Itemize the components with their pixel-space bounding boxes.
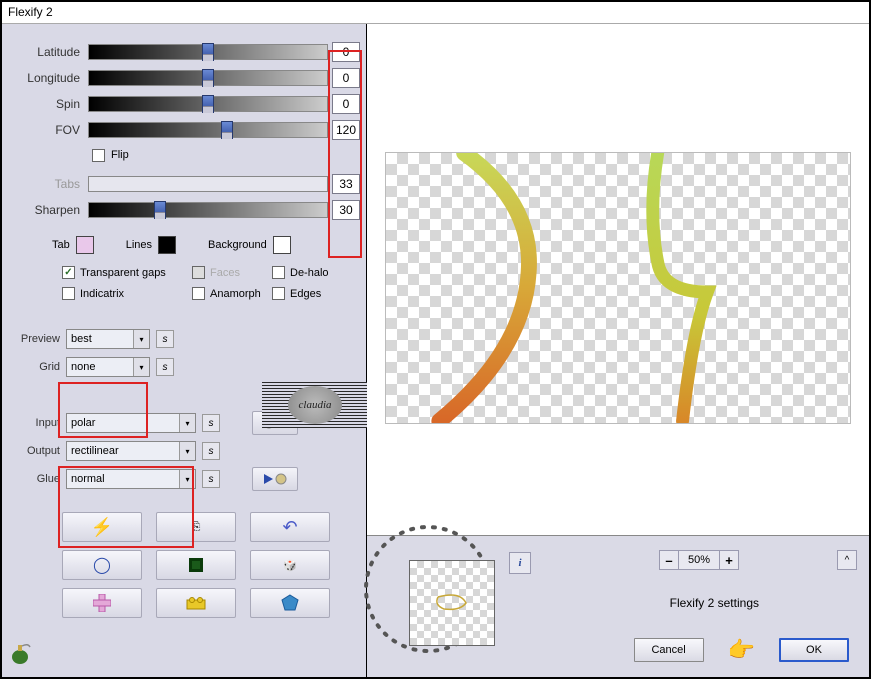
latitude-slider[interactable] xyxy=(88,44,328,60)
longitude-value[interactable]: 0 xyxy=(332,68,360,88)
cancel-button[interactable]: Cancel xyxy=(634,638,704,662)
tab-color-swatch[interactable] xyxy=(76,236,94,254)
input-label: Input xyxy=(20,417,60,429)
spin-slider[interactable] xyxy=(88,96,328,112)
latitude-label: Latitude xyxy=(2,45,88,59)
lightning-icon: ⚡ xyxy=(91,517,113,538)
info-button[interactable]: i xyxy=(509,552,531,574)
hand-point-icon: 👉 xyxy=(728,637,755,663)
ok-button[interactable]: OK xyxy=(779,638,849,662)
grid-combo[interactable]: none▾ xyxy=(66,357,150,377)
chevron-down-icon[interactable]: ▾ xyxy=(179,470,195,488)
plus-shape-button[interactable] xyxy=(62,588,142,618)
logo-text: claudia xyxy=(288,386,342,424)
sharpen-label: Sharpen xyxy=(2,203,88,217)
preview-combo[interactable]: best▾ xyxy=(66,329,150,349)
anamorph-checkbox[interactable] xyxy=(192,287,205,300)
bottom-bar: i – 50% + ^ Flexify 2 settings Cancel 👉 … xyxy=(367,535,869,677)
tab-color-label: Tab xyxy=(52,239,70,251)
chevron-down-icon[interactable]: ▾ xyxy=(133,330,149,348)
thumbnail-preview[interactable] xyxy=(409,560,495,646)
spin-label: Spin xyxy=(2,97,88,111)
copy-button[interactable]: ⎘ xyxy=(156,512,236,542)
bg-color-swatch[interactable] xyxy=(273,236,291,254)
controls-panel: Latitude 0 Longitude 0 Spin 0 FOV 120 xyxy=(2,24,367,677)
zoom-out-button[interactable]: – xyxy=(659,550,679,570)
edges-label: Edges xyxy=(290,288,321,300)
tabs-value[interactable]: 33 xyxy=(332,174,360,194)
play-next-icon xyxy=(262,472,288,486)
spin-value[interactable]: 0 xyxy=(332,94,360,114)
tabs-label: Tabs xyxy=(2,177,88,191)
input-combo[interactable]: polar▾ xyxy=(66,413,196,433)
longitude-slider[interactable] xyxy=(88,70,328,86)
anamorph-label: Anamorph xyxy=(210,288,261,300)
undo-button[interactable]: ↶ xyxy=(250,512,330,542)
square-icon xyxy=(189,558,203,572)
lightning-button[interactable]: ⚡ xyxy=(62,512,142,542)
fov-slider[interactable] xyxy=(88,122,328,138)
preview-image xyxy=(386,153,850,423)
preview-label: Preview xyxy=(20,333,60,345)
glue-combo[interactable]: normal▾ xyxy=(66,469,196,489)
faces-label: Faces xyxy=(210,267,240,279)
fov-value[interactable]: 120 xyxy=(332,120,360,140)
square-button[interactable] xyxy=(156,550,236,580)
chevron-down-icon[interactable]: ▾ xyxy=(179,414,195,432)
brick-icon xyxy=(186,596,206,610)
gem-button[interactable] xyxy=(250,588,330,618)
glue-swap-button[interactable]: s xyxy=(202,470,220,488)
donut-button[interactable]: ◯ xyxy=(62,550,142,580)
lines-color-swatch[interactable] xyxy=(158,236,176,254)
input-swap-button[interactable]: s xyxy=(202,414,220,432)
sharpen-value[interactable]: 30 xyxy=(332,200,360,220)
plus-shape-icon xyxy=(93,594,111,612)
transparent-gaps-checkbox[interactable] xyxy=(62,266,75,279)
window-title: Flexify 2 xyxy=(2,2,869,24)
dehalo-checkbox[interactable] xyxy=(272,266,285,279)
longitude-label: Longitude xyxy=(2,71,88,85)
faces-checkbox xyxy=(192,266,205,279)
glue-label: Glue xyxy=(20,473,60,485)
settings-label: Flexify 2 settings xyxy=(670,596,759,610)
tabs-slider xyxy=(88,176,328,192)
dehalo-label: De-halo xyxy=(290,267,329,279)
chevron-down-icon[interactable]: ▾ xyxy=(179,442,195,460)
flexify-window: Flexify 2 Latitude 0 Longitude 0 Spin 0 xyxy=(0,0,871,679)
copy-icon: ⎘ xyxy=(192,521,201,534)
dice-icon: 🎲 xyxy=(283,559,297,572)
edges-checkbox[interactable] xyxy=(272,287,285,300)
main-preview[interactable] xyxy=(385,152,851,424)
preview-panel: i – 50% + ^ Flexify 2 settings Cancel 👉 … xyxy=(367,24,869,677)
play-next-button[interactable] xyxy=(252,467,298,491)
lines-color-label: Lines xyxy=(126,239,152,251)
zoom-value[interactable]: 50% xyxy=(679,550,719,570)
brick-button[interactable] xyxy=(156,588,236,618)
fov-label: FOV xyxy=(2,123,88,137)
grenade-icon[interactable] xyxy=(8,641,32,671)
bg-color-label: Background xyxy=(208,239,267,251)
sharpen-slider[interactable] xyxy=(88,202,328,218)
indicatrix-checkbox[interactable] xyxy=(62,287,75,300)
output-label: Output xyxy=(20,445,60,457)
flip-label: Flip xyxy=(111,149,129,161)
indicatrix-label: Indicatrix xyxy=(80,288,124,300)
flip-checkbox[interactable] xyxy=(92,149,105,162)
thumbnail-image xyxy=(410,561,496,647)
donut-icon: ◯ xyxy=(93,555,111,575)
grid-swap-button[interactable]: s xyxy=(156,358,174,376)
watermark-logo: claudia xyxy=(262,382,368,428)
expand-button[interactable]: ^ xyxy=(837,550,857,570)
undo-icon: ↶ xyxy=(282,517,297,538)
transparent-gaps-label: Transparent gaps xyxy=(80,267,166,279)
zoom-in-button[interactable]: + xyxy=(719,550,739,570)
latitude-value[interactable]: 0 xyxy=(332,42,360,62)
output-combo[interactable]: rectilinear▾ xyxy=(66,441,196,461)
chevron-down-icon[interactable]: ▾ xyxy=(133,358,149,376)
gem-icon xyxy=(281,594,299,612)
grid-label: Grid xyxy=(20,361,60,373)
dice-button[interactable]: 🎲 xyxy=(250,550,330,580)
output-swap-button[interactable]: s xyxy=(202,442,220,460)
preview-swap-button[interactable]: s xyxy=(156,330,174,348)
